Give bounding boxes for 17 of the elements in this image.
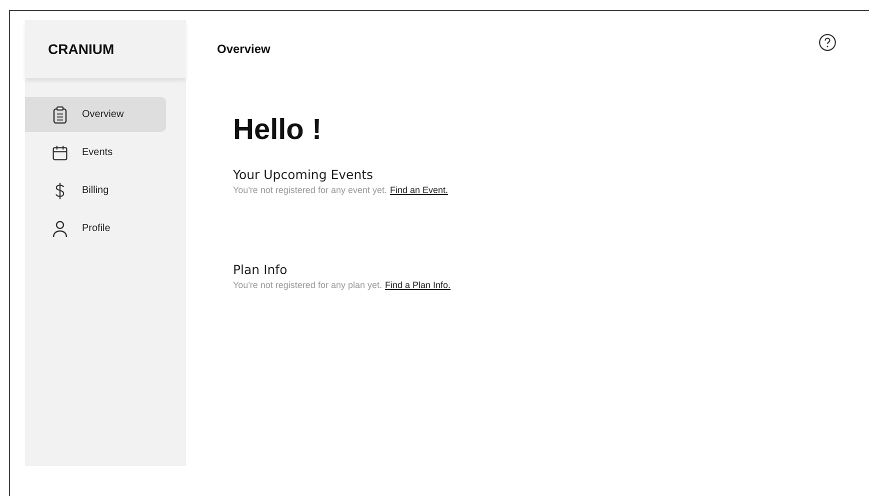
nav-item[interactable]: Profile [25,211,166,246]
greeting-heading: Hello ! [233,114,323,147]
empty-message: You're not registered for any event yet. [233,185,387,195]
clipboard-icon [52,106,68,124]
person-icon [52,220,68,238]
find-link[interactable]: Find a Plan Info. [384,280,451,290]
nav-item[interactable]: Billing [25,173,166,208]
section-title: Your Upcoming Events [233,167,374,182]
nav-item[interactable]: Events [25,135,166,170]
help-icon[interactable] [818,33,837,52]
brand-name: CRANIUM [48,41,114,57]
empty-message: You're not registered for any plan yet. [233,280,382,290]
section-title: Plan Info [233,262,288,277]
calendar-icon [52,144,68,162]
page-title: Overview [217,42,270,56]
nav-item[interactable]: Overview [25,97,166,132]
find-link[interactable]: Find an Event. [390,185,448,195]
